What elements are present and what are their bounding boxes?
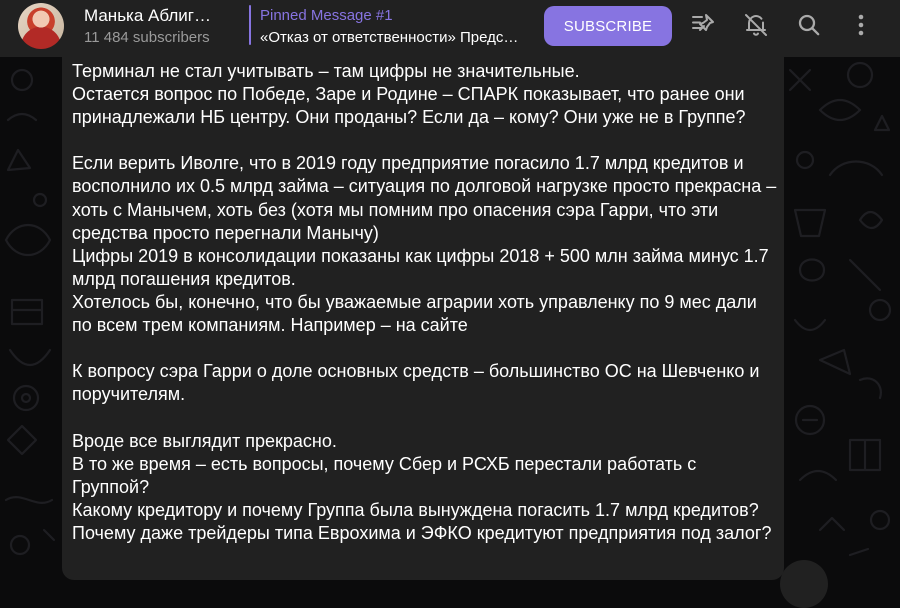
channel-title[interactable]: Манька Аблиг… [84, 6, 229, 26]
channel-header: Манька Аблиг… 11 484 subscribers Pinned … [0, 0, 900, 57]
message-line: Если верить Иволге, что в 2019 году пред… [72, 153, 777, 243]
channel-avatar[interactable] [18, 3, 64, 49]
subscriber-count: 11 484 subscribers [84, 29, 210, 46]
pinned-preview: «Отказ от ответственности» Предс… [260, 29, 519, 46]
message-line: Вроде все выглядит прекрасно. [72, 430, 337, 451]
scroll-down-button[interactable] [780, 560, 828, 608]
bell-off-icon[interactable] [743, 12, 769, 38]
message-line: К вопросу сэра Гарри о доле основных сре… [72, 361, 760, 405]
message-line: В то же время – есть вопросы, почему Сбе… [72, 453, 697, 497]
message-line: Какому кредитору и почему Группа была вы… [72, 499, 759, 520]
message-line: Хотелось бы, конечно, что бы уважаемые а… [72, 291, 757, 336]
message-line: Остается вопрос по Победе, Заре и Родине… [72, 84, 746, 128]
more-vertical-icon[interactable] [848, 12, 874, 38]
pinned-indicator-bar [249, 5, 251, 45]
search-icon[interactable] [796, 12, 822, 38]
message-line [72, 337, 778, 360]
subscribe-button[interactable]: SUBSCRIBE [544, 6, 672, 46]
message-line: Терминал не стал учитывать – там цифры н… [72, 61, 580, 81]
message-line: Почему даже трейдеры типа Еврохима и ЭФК… [72, 522, 772, 543]
message-line [72, 406, 778, 429]
message-text: Терминал не стал учитывать – там цифры н… [72, 60, 778, 545]
message-line: Цифры 2019 в консолидации показаны как ц… [72, 245, 769, 289]
message-line [72, 129, 778, 152]
pinned-title: Pinned Message #1 [260, 7, 393, 24]
pinned-list-icon[interactable] [690, 12, 716, 38]
